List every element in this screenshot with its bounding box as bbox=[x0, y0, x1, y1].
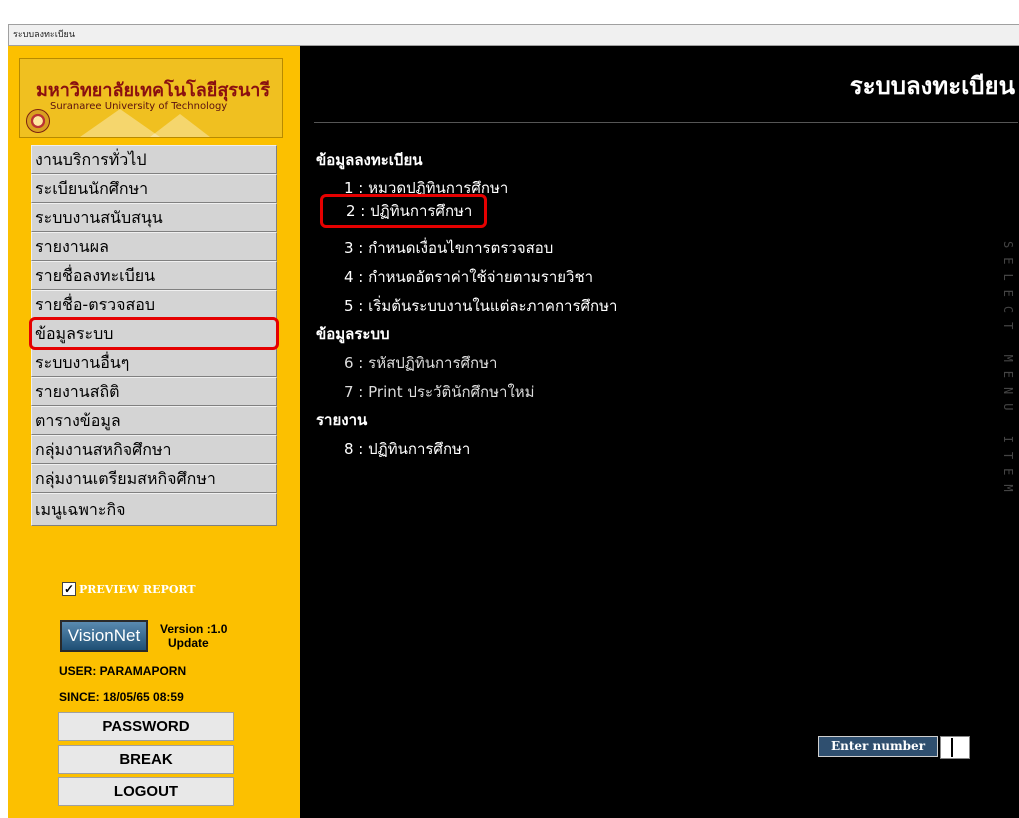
input-caret bbox=[951, 738, 953, 757]
update-text: Update bbox=[168, 636, 209, 650]
section-system-data: ข้อมูลระบบ bbox=[316, 325, 390, 343]
menu-item-name-check[interactable]: รายชื่อ-ตรวจสอบ bbox=[31, 290, 277, 319]
user-text: USER: PARAMAPORN bbox=[59, 664, 187, 678]
logo-decoration bbox=[80, 109, 160, 137]
menu-item-student-records[interactable]: ระเบียนนักศึกษา bbox=[31, 174, 277, 203]
enter-number-label: Enter number bbox=[818, 736, 938, 757]
section-reports: รายงาน bbox=[316, 411, 368, 429]
since-text: SINCE: 18/05/65 08:59 bbox=[59, 690, 184, 704]
option-7[interactable]: 7 : Print ประวัตินักศึกษาใหม่ bbox=[344, 380, 535, 404]
menu-item-pre-coop-education[interactable]: กลุ่มงานเตรียมสหกิจศึกษา bbox=[31, 464, 277, 493]
menu-item-statistics-report[interactable]: รายงานสถิติ bbox=[31, 377, 277, 406]
window-title: ระบบลงทะเบียน bbox=[8, 24, 1019, 46]
menu-item-system-data[interactable]: ข้อมูลระบบ bbox=[29, 317, 279, 350]
menu-item-coop-education[interactable]: กลุ่มงานสหกิจศึกษา bbox=[31, 435, 277, 464]
university-logo: มหาวิทยาลัยเทคโนโลยีสุรนารี Suranaree Un… bbox=[19, 58, 283, 138]
menu-item-special-menu[interactable]: เมนูเฉพาะกิจ bbox=[31, 493, 277, 526]
menu-item-results-report[interactable]: รายงานผล bbox=[31, 232, 277, 261]
version-info: Version :1.0 Update bbox=[160, 622, 227, 650]
option-6[interactable]: 6 : รหัสปฏิทินการศึกษา bbox=[344, 351, 497, 375]
select-menu-item-vertical-text: SELECT MENU ITEM bbox=[1001, 241, 1015, 501]
preview-report-option[interactable]: ✓ PREVIEW REPORT bbox=[62, 582, 196, 596]
menu-item-other-systems[interactable]: ระบบงานอื่นๆ bbox=[31, 348, 277, 377]
option-8[interactable]: 8 : ปฏิทินการศึกษา bbox=[344, 437, 470, 461]
main-panel: ระบบลงทะเบียน ข้อมูลลงทะเบียน 1 : หมวดปฏ… bbox=[300, 46, 1019, 818]
menu-item-registration-list[interactable]: รายชื่อลงทะเบียน bbox=[31, 261, 277, 290]
version-text: Version :1.0 bbox=[160, 622, 228, 636]
university-seal-icon bbox=[26, 109, 50, 133]
option-3[interactable]: 3 : กำหนดเงื่อนไขการตรวจสอบ bbox=[344, 236, 553, 260]
option-2[interactable]: 2 : ปฏิทินการศึกษา bbox=[320, 194, 488, 228]
menu-item-general-services[interactable]: งานบริการทั่วไป bbox=[31, 145, 277, 174]
logo-english-name: Suranaree University of Technology bbox=[50, 101, 228, 112]
option-5[interactable]: 5 : เริ่มต้นระบบงานในแต่ละภาคการศึกษา bbox=[344, 294, 617, 318]
sidebar-menu: งานบริการทั่วไป ระเบียนนักศึกษา ระบบงานส… bbox=[29, 145, 279, 526]
visionnet-logo: VisionNet bbox=[60, 620, 148, 652]
menu-item-data-table[interactable]: ตารางข้อมูล bbox=[31, 406, 277, 435]
password-button[interactable]: PASSWORD bbox=[58, 712, 234, 741]
logo-decoration bbox=[150, 114, 210, 137]
page-title: ระบบลงทะเบียน bbox=[849, 72, 1015, 100]
menu-item-support-system[interactable]: ระบบงานสนับสนุน bbox=[31, 203, 277, 232]
preview-report-label: PREVIEW REPORT bbox=[79, 582, 196, 596]
enter-number-input[interactable] bbox=[940, 736, 970, 759]
break-button[interactable]: BREAK bbox=[58, 745, 234, 774]
preview-report-checkbox[interactable]: ✓ bbox=[62, 582, 76, 596]
option-4[interactable]: 4 : กำหนดอัตราค่าใช้จ่ายตามรายวิชา bbox=[344, 265, 593, 289]
heading-divider bbox=[314, 122, 1018, 123]
section-registration-data: ข้อมูลลงทะเบียน bbox=[316, 151, 423, 169]
logo-thai-name: มหาวิทยาลัยเทคโนโลยีสุรนารี bbox=[36, 80, 271, 101]
logout-button[interactable]: LOGOUT bbox=[58, 777, 234, 806]
